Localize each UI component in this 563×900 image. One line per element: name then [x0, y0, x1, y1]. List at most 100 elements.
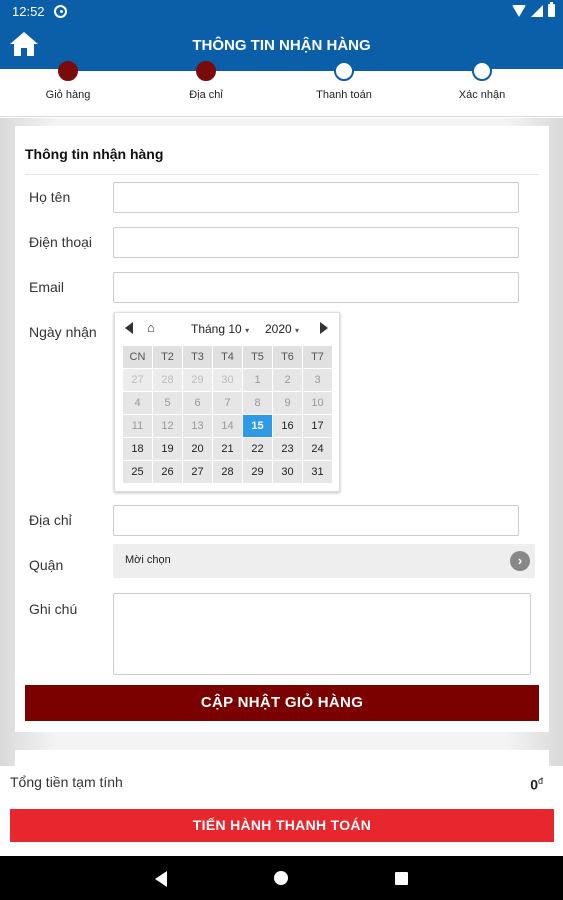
next-month-icon[interactable] [320, 322, 328, 334]
calendar-day: 13 [182, 414, 213, 438]
update-cart-button[interactable]: CẬP NHẬT GIỎ HÀNG [25, 685, 539, 721]
calendar-day[interactable]: 23 [272, 437, 303, 461]
page-title: THÔNG TIN NHẬN HÀNG [192, 37, 371, 54]
caret-down-icon: ▾ [295, 326, 300, 335]
calendar-day[interactable]: 28 [212, 460, 243, 484]
step-label: Xác nhận [458, 89, 506, 101]
steps-line [68, 69, 481, 71]
step-label: Thanh toán [316, 89, 372, 101]
weekday: T7 [302, 345, 333, 369]
name-label: Họ tên [29, 189, 71, 205]
calendar-day[interactable]: 27 [182, 460, 213, 484]
name-input[interactable] [113, 182, 519, 213]
status-time: 12:52 [12, 4, 45, 19]
calendar-header: ⌂ Tháng 10 ▾ 2020 ▾ [115, 313, 339, 343]
calendar-day: 7 [212, 391, 243, 415]
weekday-row: CN T2 T3 T4 T5 T6 T7 [122, 345, 333, 369]
battery-icon [548, 2, 555, 17]
calendar-day[interactable]: 19 [152, 437, 183, 461]
step-dot [58, 61, 78, 81]
address-label: Địa chỉ [29, 512, 72, 528]
prev-month-icon[interactable] [125, 322, 133, 334]
weekday: T6 [272, 345, 303, 369]
checkout-button[interactable]: TIẾN HÀNH THANH TOÁN [10, 809, 554, 842]
calendar-day: 5 [152, 391, 183, 415]
order-summary: Tổng tiền tạm tính 0đ TIẾN HÀNH THANH TO… [0, 766, 563, 856]
email-input[interactable] [113, 272, 519, 303]
currency-symbol: đ [537, 776, 543, 786]
calendar-day: 27 [122, 368, 153, 392]
subtotal-amount: 0 [530, 776, 538, 793]
calendar-day: 30 [212, 368, 243, 392]
signal-icon [531, 4, 543, 17]
chevron-right-icon: › [510, 551, 530, 571]
step-dot [334, 61, 354, 81]
calendar-day[interactable]: 29 [242, 460, 273, 484]
card-title: Thông tin nhận hàng [25, 146, 164, 162]
calendar-day[interactable]: 26 [152, 460, 183, 484]
calendar-day[interactable]: 22 [242, 437, 273, 461]
caret-down-icon: ▾ [245, 326, 250, 335]
checkout-steps: Giỏ hàng Địa chỉ Thanh toán Xác nhận [0, 61, 563, 117]
district-select[interactable]: Mời chọn › [113, 544, 535, 578]
year-label: 2020 [265, 322, 292, 336]
step-dot [472, 61, 492, 81]
week-row: 27 28 29 30 1 2 3 [122, 368, 333, 392]
calendar-day: 28 [152, 368, 183, 392]
step-confirm: Xác nhận [432, 61, 532, 101]
back-icon[interactable] [155, 871, 167, 887]
calendar-day[interactable]: 20 [182, 437, 213, 461]
recent-apps-icon[interactable] [395, 872, 408, 885]
calendar-day: 9 [272, 391, 303, 415]
step-cart: Giỏ hàng [18, 61, 118, 101]
calendar-day: 29 [182, 368, 213, 392]
calendar-day-selected[interactable]: 15 [242, 414, 273, 438]
note-textarea[interactable] [113, 593, 531, 675]
calendar-day: 14 [212, 414, 243, 438]
calendar-day[interactable]: 24 [302, 437, 333, 461]
notification-icon [54, 5, 67, 18]
month-select[interactable]: Tháng 10 ▾ [191, 322, 249, 336]
email-label: Email [29, 279, 65, 295]
week-row: 4 5 6 7 8 9 10 [122, 391, 333, 415]
calendar-day: 2 [272, 368, 303, 392]
calendar-day[interactable]: 30 [272, 460, 303, 484]
calendar-day[interactable]: 31 [302, 460, 333, 484]
calendar-day[interactable]: 16 [272, 414, 303, 438]
calendar-grid: CN T2 T3 T4 T5 T6 T7 27 28 29 30 1 2 3 4… [122, 345, 333, 484]
phone-label: Điện thoại [29, 234, 93, 250]
calendar-day: 8 [242, 391, 273, 415]
divider [25, 174, 539, 175]
phone-input[interactable] [113, 227, 519, 258]
weekday: T5 [242, 345, 273, 369]
step-dot [196, 61, 216, 81]
step-payment: Thanh toán [294, 61, 394, 101]
subtotal-label: Tổng tiền tạm tính [10, 774, 123, 790]
step-address: Địa chỉ [156, 61, 256, 101]
calendar-day[interactable]: 18 [122, 437, 153, 461]
weekday: T4 [212, 345, 243, 369]
week-row: 18 19 20 21 22 23 24 [122, 437, 333, 461]
delivery-info-card: Thông tin nhận hàng Họ tên Điện thoại Em… [15, 126, 549, 732]
home-circle-icon[interactable] [274, 871, 288, 885]
note-label: Ghi chú [29, 601, 78, 617]
system-nav-bar [0, 856, 563, 900]
address-input[interactable] [113, 505, 519, 536]
subtotal-value: 0đ [530, 776, 543, 793]
calendar-day[interactable]: 21 [212, 437, 243, 461]
calendar-day: 6 [182, 391, 213, 415]
today-home-icon[interactable]: ⌂ [147, 321, 155, 334]
calendar-day: 10 [302, 391, 333, 415]
weekday: CN [122, 345, 153, 369]
calendar-day[interactable]: 17 [302, 414, 333, 438]
district-select-value: Mời chọn [125, 554, 171, 566]
step-label: Địa chỉ [189, 89, 223, 101]
calendar-day: 3 [302, 368, 333, 392]
district-label: Quận [29, 557, 64, 573]
step-label: Giỏ hàng [45, 89, 91, 101]
date-picker: ⌂ Tháng 10 ▾ 2020 ▾ CN T2 T3 T4 T5 T6 T7… [114, 312, 340, 492]
calendar-day[interactable]: 25 [122, 460, 153, 484]
year-select[interactable]: 2020 ▾ [265, 322, 299, 336]
week-row: 11 12 13 14 15 16 17 [122, 414, 333, 438]
date-label: Ngày nhận [29, 324, 97, 340]
